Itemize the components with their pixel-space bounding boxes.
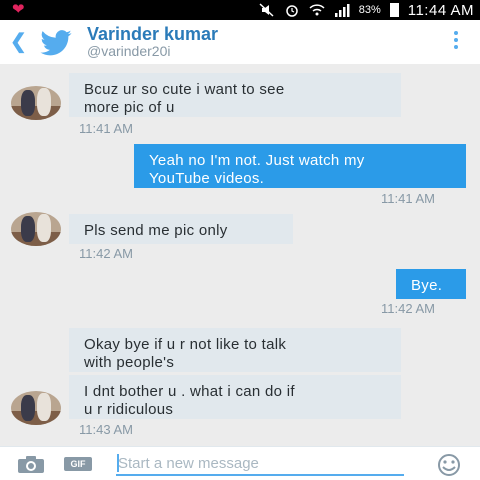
outgoing-message[interactable]: Yeah no I'm not. Just watch my YouTube v… xyxy=(134,144,466,188)
message-input[interactable] xyxy=(116,452,404,476)
message-line: YouTube videos. xyxy=(149,170,265,187)
overflow-menu-icon[interactable] xyxy=(454,31,460,52)
status-icons: 83% 11:44 AM xyxy=(259,0,474,20)
message-timestamp: 11:43 AM xyxy=(79,422,133,437)
battery-icon xyxy=(389,3,399,17)
avatar[interactable] xyxy=(11,391,61,425)
avatar[interactable] xyxy=(11,212,61,246)
status-bar: ❤ 83% 11:44 AM xyxy=(0,0,480,20)
message-line: with people's xyxy=(84,354,175,371)
incoming-message[interactable]: Okay bye if u r not like to talk with pe… xyxy=(69,328,401,372)
battery-percent: 83% xyxy=(358,4,381,16)
contact-handle[interactable]: @varinder20i xyxy=(87,43,170,59)
signal-icon xyxy=(334,3,350,17)
message-line: Bye. xyxy=(411,277,443,294)
alarm-icon xyxy=(284,3,300,17)
message-line: more pic of u xyxy=(84,99,175,116)
back-arrow-icon[interactable]: ❮ xyxy=(10,29,27,54)
emoji-icon[interactable] xyxy=(434,454,464,480)
message-line: Okay bye if u r not like to talk xyxy=(84,336,287,353)
message-timestamp: 11:42 AM xyxy=(79,246,133,261)
message-line: Yeah no I'm not. Just watch my xyxy=(149,152,365,169)
clock: 11:44 AM xyxy=(407,1,474,19)
message-timestamp: 11:41 AM xyxy=(381,191,435,206)
text-cursor xyxy=(117,454,119,472)
wifi-icon xyxy=(309,3,325,17)
camera-icon[interactable] xyxy=(18,456,44,473)
outgoing-message[interactable]: Bye. xyxy=(396,269,466,299)
mute-icon xyxy=(259,3,275,17)
gif-button[interactable]: GIF xyxy=(64,457,92,471)
incoming-message[interactable]: Bcuz ur so cute i want to see more pic o… xyxy=(69,73,401,117)
message-line: u r ridiculous xyxy=(84,401,174,418)
message-line: I dnt bother u . what i can do if xyxy=(84,383,295,400)
incoming-message[interactable]: Pls send me pic only xyxy=(69,214,293,244)
avatar[interactable] xyxy=(11,86,61,120)
message-composer: GIF xyxy=(0,446,480,480)
message-timestamp: 11:41 AM xyxy=(79,121,133,136)
message-timestamp: 11:42 AM xyxy=(381,301,435,316)
twitter-bird-icon[interactable] xyxy=(40,30,72,61)
contact-name[interactable]: Varinder kumar xyxy=(87,24,218,45)
message-thread[interactable]: Bcuz ur so cute i want to see more pic o… xyxy=(0,64,480,446)
incoming-message[interactable]: I dnt bother u . what i can do if u r ri… xyxy=(69,375,401,419)
message-line: Bcuz ur so cute i want to see xyxy=(84,81,285,98)
message-line: Pls send me pic only xyxy=(84,222,228,239)
heart-icon: ❤ xyxy=(12,1,25,18)
conversation-header: ❮ Varinder kumar @varinder20i xyxy=(0,20,480,64)
